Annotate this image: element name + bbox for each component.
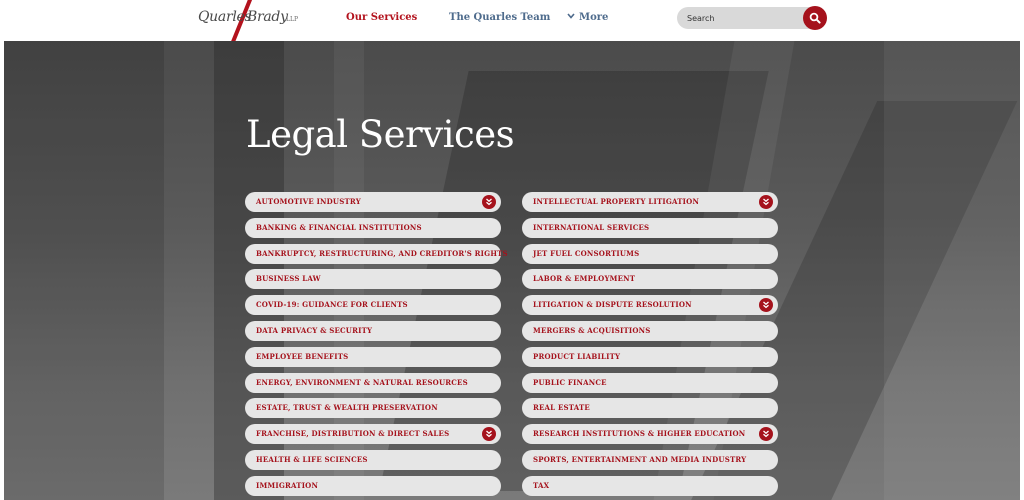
search-icon: [809, 12, 821, 24]
service-item-energy-environment-and-natural-resources[interactable]: ENERGY, ENVIRONMENT & NATURAL RESOURCES: [245, 373, 501, 393]
service-item-covid-19-guidance-for-clients[interactable]: COVID-19: GUIDANCE FOR CLIENTS: [245, 295, 501, 315]
service-item-product-liability[interactable]: PRODUCT LIABILITY: [522, 347, 778, 367]
service-item-business-law[interactable]: BUSINESS LAW: [245, 269, 501, 289]
service-item-label: JET FUEL CONSORTIUMS: [533, 249, 640, 258]
double-chevron-down-icon[interactable]: [482, 427, 496, 441]
service-item-label: LITIGATION & DISPUTE RESOLUTION: [533, 300, 692, 309]
service-item-research-institutions-and-higher-education[interactable]: RESEARCH INSTITUTIONS & HIGHER EDUCATION: [522, 424, 778, 444]
service-item-label: ESTATE, TRUST & WEALTH PRESERVATION: [256, 403, 438, 412]
service-item-label: BANKING & FINANCIAL INSTITUTIONS: [256, 223, 422, 232]
service-item-litigation-and-dispute-resolution[interactable]: LITIGATION & DISPUTE RESOLUTION: [522, 295, 778, 315]
service-item-label: SPORTS, ENTERTAINMENT AND MEDIA INDUSTRY: [533, 455, 747, 464]
service-item-sports-entertainment-and-media-industry[interactable]: SPORTS, ENTERTAINMENT AND MEDIA INDUSTRY: [522, 450, 778, 470]
service-item-immigration[interactable]: IMMIGRATION: [245, 476, 501, 496]
nav-our-services-label: Our Services: [346, 12, 418, 23]
service-item-label: REAL ESTATE: [533, 403, 590, 412]
service-item-public-finance[interactable]: PUBLIC FINANCE: [522, 373, 778, 393]
service-item-label: PUBLIC FINANCE: [533, 378, 607, 387]
service-item-mergers-and-acquisitions[interactable]: MERGERS & ACQUISITIONS: [522, 321, 778, 341]
double-chevron-down-icon[interactable]: [759, 195, 773, 209]
service-item-label: RESEARCH INSTITUTIONS & HIGHER EDUCATION: [533, 429, 746, 438]
service-item-label: DATA PRIVACY & SECURITY: [256, 326, 373, 335]
service-item-label: AUTOMOTIVE INDUSTRY: [256, 197, 361, 206]
service-item-franchise-distribution-and-direct-sales[interactable]: FRANCHISE, DISTRIBUTION & DIRECT SALES: [245, 424, 501, 444]
service-item-labor-and-employment[interactable]: LABOR & EMPLOYMENT: [522, 269, 778, 289]
service-item-label: COVID-19: GUIDANCE FOR CLIENTS: [256, 300, 408, 309]
service-item-tax[interactable]: TAX: [522, 476, 778, 496]
service-item-employee-benefits[interactable]: EMPLOYEE BENEFITS: [245, 347, 501, 367]
nav-more[interactable]: More: [567, 12, 608, 23]
service-item-jet-fuel-consortiums[interactable]: JET FUEL CONSORTIUMS: [522, 244, 778, 264]
service-item-intellectual-property-litigation[interactable]: INTELLECTUAL PROPERTY LITIGATION: [522, 192, 778, 212]
site-header: Quarles Brady LLP Our Services The Quarl…: [0, 0, 1024, 47]
service-item-label: FRANCHISE, DISTRIBUTION & DIRECT SALES: [256, 429, 450, 438]
hero-background-shade: [4, 41, 164, 500]
service-item-bankruptcy-restructuring-and-creditor-s-rights[interactable]: BANKRUPTCY, RESTRUCTURING, AND CREDITOR'…: [245, 244, 508, 264]
service-item-label: BANKRUPTCY, RESTRUCTURING, AND CREDITOR'…: [256, 249, 508, 258]
service-item-label: MERGERS & ACQUISITIONS: [533, 326, 651, 335]
page-title: Legal Services: [246, 113, 515, 156]
service-item-data-privacy-and-security[interactable]: DATA PRIVACY & SECURITY: [245, 321, 501, 341]
hero-section: Legal Services AUTOMOTIVE INDUSTRY BANKIN…: [4, 41, 1020, 500]
chevron-down-icon: [567, 11, 575, 21]
nav-our-services[interactable]: Our Services: [346, 12, 417, 23]
service-item-label: IMMIGRATION: [256, 481, 319, 490]
service-item-health-and-life-sciences[interactable]: HEALTH & LIFE SCIENCES: [245, 450, 501, 470]
logo-llp: LLP: [286, 16, 299, 23]
double-chevron-down-icon[interactable]: [759, 298, 773, 312]
service-item-label: HEALTH & LIFE SCIENCES: [256, 455, 368, 464]
nav-quarles-team[interactable]: The Quarles Team: [449, 12, 550, 23]
service-item-label: PRODUCT LIABILITY: [533, 352, 621, 361]
quarles-brady-logo[interactable]: Quarles Brady LLP: [198, 0, 308, 47]
service-item-label: INTELLECTUAL PROPERTY LITIGATION: [533, 197, 700, 206]
service-item-real-estate[interactable]: REAL ESTATE: [522, 398, 778, 418]
search-button[interactable]: [803, 6, 827, 30]
hero-background-light: [884, 41, 1020, 500]
service-item-banking-and-financial-institutions[interactable]: BANKING & FINANCIAL INSTITUTIONS: [245, 218, 501, 238]
search-input[interactable]: [687, 10, 797, 26]
service-item-label: EMPLOYEE BENEFITS: [256, 352, 349, 361]
nav-quarles-team-label: The Quarles Team: [449, 12, 551, 23]
service-item-label: ENERGY, ENVIRONMENT & NATURAL RESOURCES: [256, 378, 468, 387]
service-item-automotive-industry[interactable]: AUTOMOTIVE INDUSTRY: [245, 192, 501, 212]
service-item-estate-trust-and-wealth-preservation[interactable]: ESTATE, TRUST & WEALTH PRESERVATION: [245, 398, 501, 418]
service-item-international-services[interactable]: INTERNATIONAL SERVICES: [522, 218, 778, 238]
double-chevron-down-icon[interactable]: [759, 427, 773, 441]
service-item-label: LABOR & EMPLOYMENT: [533, 274, 636, 283]
service-item-label: INTERNATIONAL SERVICES: [533, 223, 650, 232]
nav-more-label: More: [579, 12, 609, 23]
logo-word-quarles: Quarles: [198, 9, 252, 25]
double-chevron-down-icon[interactable]: [482, 195, 496, 209]
service-item-label: TAX: [533, 481, 550, 490]
logo-word-brady: Brady: [247, 9, 288, 25]
service-item-label: BUSINESS LAW: [256, 274, 321, 283]
